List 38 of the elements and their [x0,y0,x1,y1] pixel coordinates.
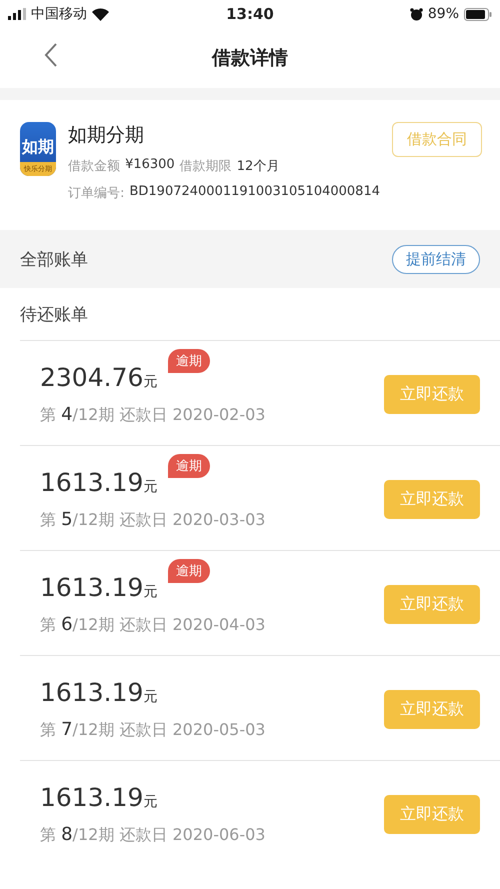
section-title: 全部账单 [20,248,88,270]
bill-amount: 2304.76元 [40,362,158,392]
installment-info: 第 7/12期 还款日 2020-05-03 [40,718,266,740]
back-icon[interactable] [44,42,58,68]
section-title: 待还账单 [19,304,89,327]
amount-label: 借款金额 [68,158,120,175]
order-number: BD1907240001191003105104000814 [129,184,380,201]
overdue-badge: 逾期 [168,348,210,372]
installment-info: 第 6/12期 还款日 2020-04-03 [40,614,266,636]
installment-info: 第 4/12期 还款日 2020-02-03 [40,404,266,426]
wifi-icon [92,8,109,20]
clock-time: 13:40 [226,5,274,23]
repay-button[interactable]: 立即还款 [384,794,480,834]
bill-amount: 1613.19元 [40,468,158,496]
alarm-icon [410,8,423,20]
bill-amount: 1613.19元 [40,572,158,602]
order-label: 订单编号: [68,185,124,202]
repay-button[interactable]: 立即还款 [384,584,480,624]
loan-amount: ¥16300 [125,157,175,174]
battery-icon [464,8,492,20]
page-title: 借款详情 [212,46,288,71]
product-name: 如期分期 [68,123,146,148]
repay-button[interactable]: 立即还款 [384,480,480,518]
loan-term: 12个月 [236,158,280,175]
carrier-name: 中国移动 [31,5,87,23]
battery-percent: 89% [428,6,459,22]
contract-button[interactable]: 借款合同 [392,122,482,157]
repay-button[interactable]: 立即还款 [384,374,480,414]
signal-icon [8,8,26,20]
repay-button[interactable]: 立即还款 [384,690,480,728]
overdue-badge: 逾期 [168,454,210,478]
overdue-badge: 逾期 [168,558,210,582]
bill-amount: 1613.19元 [40,782,158,812]
settle-early-button[interactable]: 提前结清 [392,244,480,274]
installment-info: 第 5/12期 还款日 2020-03-03 [40,508,266,530]
term-label: 借款期限 [180,158,232,175]
bill-amount: 1613.19元 [40,678,158,706]
installment-info: 第 8/12期 还款日 2020-06-03 [40,824,266,846]
